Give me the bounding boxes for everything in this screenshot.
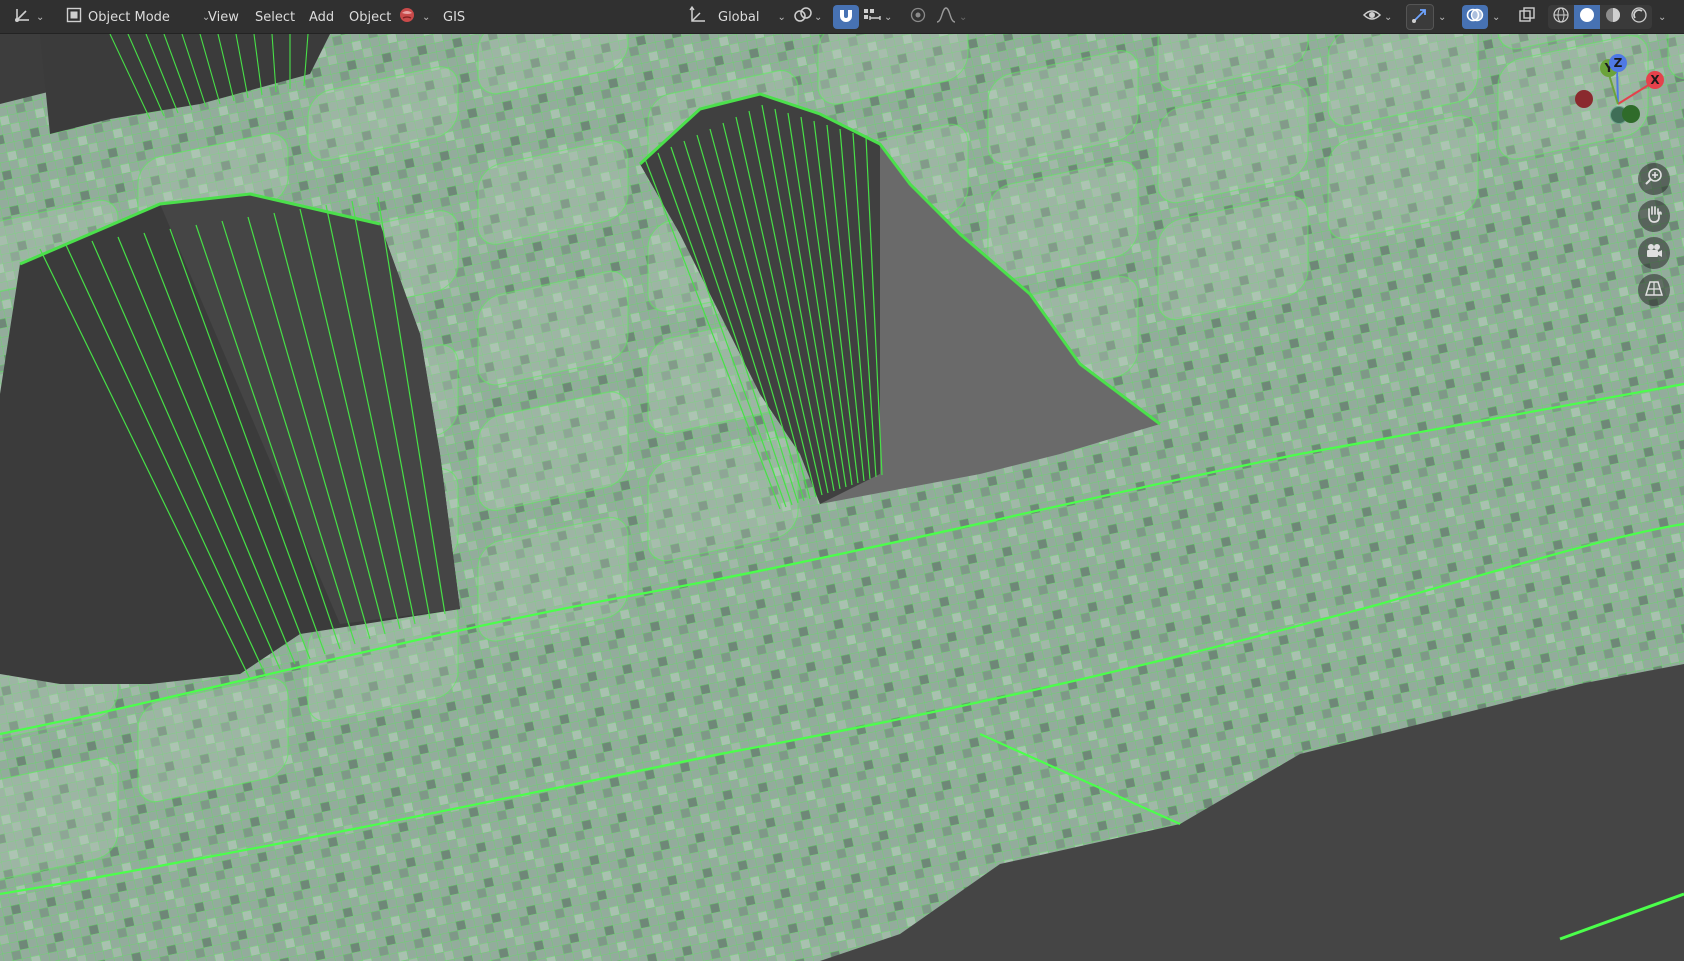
gizmo-toggle-icon <box>1411 6 1429 28</box>
wireframe-shading-icon <box>1552 6 1570 28</box>
pivot-point-icon <box>792 6 814 28</box>
menu-gis-label: GIS <box>443 9 466 25</box>
chevron-down-icon: ⌄ <box>1492 11 1501 23</box>
gizmo-z-axis[interactable]: Z <box>1609 54 1627 72</box>
3d-viewport-icon <box>14 6 34 28</box>
object-visibility-selector[interactable]: ⌄ <box>1362 0 1392 34</box>
overlays-toggle[interactable]: ⌄ <box>1462 0 1500 34</box>
gizmo-neg-y-axis[interactable] <box>1622 105 1640 123</box>
chevron-down-icon: ⌄ <box>884 11 893 23</box>
eye-icon <box>1362 6 1382 28</box>
menu-add[interactable]: Add <box>309 0 334 34</box>
orientation-label: Global <box>718 9 760 25</box>
chevron-down-icon: ⌄ <box>1438 11 1447 23</box>
snap-increment-icon <box>862 6 882 28</box>
proportional-falloff-selector[interactable]: ⌄ <box>935 0 967 34</box>
menu-object[interactable]: Object <box>349 0 391 34</box>
proportional-edit-icon <box>909 6 927 28</box>
wireframe-shading-button[interactable] <box>1548 5 1574 29</box>
terrain-hole-left <box>0 192 460 684</box>
chevron-down-icon: ⌄ <box>777 11 786 23</box>
orientation-axes-icon <box>688 5 708 28</box>
shading-mode-group: ⌄ <box>1548 0 1666 34</box>
snap-toggle[interactable] <box>833 0 859 34</box>
gizmo-toggle[interactable]: ⌄ <box>1406 0 1446 34</box>
menu-add-label: Add <box>309 9 335 25</box>
menu-select[interactable]: Select <box>255 0 295 34</box>
solid-shading-button[interactable] <box>1574 5 1600 29</box>
navigation-gizmo[interactable]: Y Z X <box>1570 54 1680 164</box>
chevron-down-icon: ⌄ <box>1384 11 1393 23</box>
object-mode-icon <box>66 7 82 27</box>
gis-globe-icon <box>398 6 416 28</box>
camera-view-icon <box>1644 241 1664 265</box>
proportional-edit-toggle[interactable] <box>909 0 927 34</box>
3d-viewport[interactable]: Y Z X <box>0 34 1684 961</box>
material-preview-icon <box>1604 6 1622 28</box>
chevron-down-icon: ⌄ <box>422 11 431 23</box>
snap-magnet-icon <box>837 6 855 28</box>
rendered-shading-icon <box>1630 6 1648 28</box>
blender-window: ⌄ Object Mode ⌄ View Select Add Object ⌄… <box>0 0 1684 961</box>
ortho-perspective-button[interactable] <box>1638 274 1670 306</box>
gizmo-z-label: Z <box>1613 56 1623 70</box>
menu-gis[interactable]: GIS <box>443 0 465 34</box>
chevron-down-icon: ⌄ <box>36 11 45 23</box>
falloff-curve-icon <box>935 6 957 28</box>
snap-target-selector[interactable]: ⌄ <box>862 0 892 34</box>
camera-view-button[interactable] <box>1638 237 1670 269</box>
menu-view[interactable]: View <box>208 0 239 34</box>
editor-type-selector[interactable]: ⌄ <box>14 0 44 34</box>
zoom-icon <box>1644 167 1664 191</box>
overlays-icon <box>1466 6 1484 28</box>
xray-toggle[interactable] <box>1518 0 1536 34</box>
gizmo-x-label: X <box>1650 73 1660 87</box>
gis-addon-icon-button[interactable]: ⌄ <box>398 0 430 34</box>
chevron-down-icon: ⌄ <box>959 11 968 23</box>
pivot-point-selector[interactable]: ⌄ <box>792 0 822 34</box>
solid-shading-icon <box>1578 6 1596 28</box>
ortho-grid-icon <box>1644 278 1664 302</box>
shading-options-chevron-icon[interactable]: ⌄ <box>1658 12 1666 23</box>
terrain-mesh-wireframe <box>0 34 1684 961</box>
chevron-down-icon: ⌄ <box>814 11 823 23</box>
gizmo-x-axis[interactable]: X <box>1646 71 1664 89</box>
material-preview-button[interactable] <box>1600 5 1626 29</box>
zoom-button[interactable] <box>1638 163 1670 195</box>
menu-object-label: Object <box>349 9 392 25</box>
mode-label: Object Mode <box>88 9 170 25</box>
xray-toggle-icon <box>1518 6 1536 28</box>
viewport-header: ⌄ Object Mode ⌄ View Select Add Object ⌄… <box>0 0 1684 34</box>
pan-button[interactable] <box>1638 200 1670 232</box>
transform-orientation-selector[interactable]: Global ⌄ <box>688 0 786 34</box>
menu-view-label: View <box>208 9 239 25</box>
mode-selector[interactable]: Object Mode ⌄ <box>60 0 218 34</box>
pan-hand-icon <box>1644 204 1664 228</box>
gizmo-neg-x-axis[interactable] <box>1575 90 1593 108</box>
menu-select-label: Select <box>255 9 296 25</box>
rendered-shading-button[interactable] <box>1626 5 1652 29</box>
